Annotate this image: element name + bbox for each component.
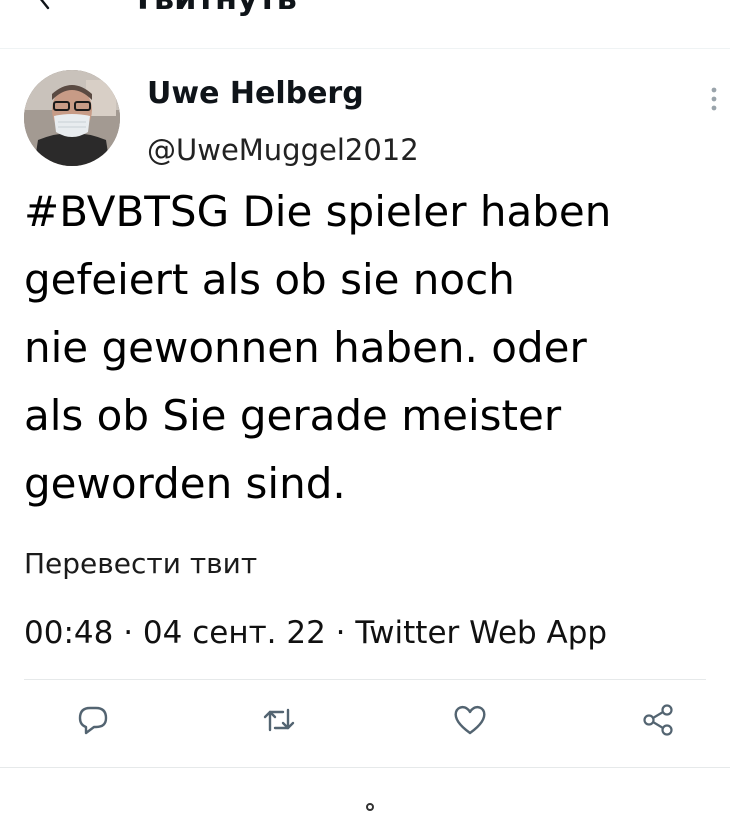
- share-button[interactable]: [636, 700, 680, 744]
- tweet-text: #BVBTSG Die spieler haben gefeiert als o…: [24, 187, 612, 508]
- reply-icon: [76, 703, 110, 741]
- tweet-timestamp: 00:48 · 04 сент. 22 · Twitter Web App: [24, 615, 608, 651]
- like-button[interactable]: [448, 700, 492, 744]
- translate-tweet-link[interactable]: Перевести твит: [24, 546, 257, 582]
- retweet-button[interactable]: [257, 700, 301, 744]
- divider: [24, 679, 706, 680]
- more-options-icon[interactable]: [700, 84, 728, 114]
- back-arrow-icon[interactable]: [32, 0, 56, 10]
- top-header: Твитнуть: [0, 0, 730, 49]
- share-icon: [640, 703, 676, 741]
- loading-indicator: [366, 803, 374, 811]
- author-handle[interactable]: @UweMuggel2012: [147, 132, 419, 168]
- page-title: Твитнуть: [132, 0, 297, 18]
- author-name[interactable]: Uwe Helberg: [147, 76, 364, 112]
- reply-button[interactable]: [71, 700, 115, 744]
- retweet-icon: [261, 704, 297, 740]
- like-icon: [452, 703, 488, 741]
- avatar[interactable]: [24, 70, 120, 166]
- divider: [0, 767, 730, 768]
- action-bar: [0, 700, 730, 746]
